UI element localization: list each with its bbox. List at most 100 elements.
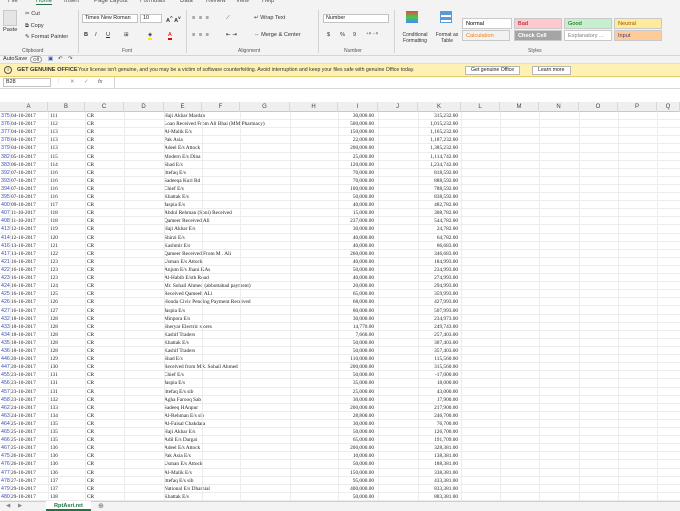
amount-cell[interactable]: 25,000.00 [290, 388, 376, 396]
table-row[interactable]: 446 20-10-2017 129 CR Shad E/s 110,000.00 115,… [0, 355, 680, 364]
decimal-icons[interactable]: ⁺⁰ ⁻⁰ [366, 32, 378, 38]
amount-cell[interactable]: 200,000.00 [290, 404, 376, 412]
voucher-cell[interactable]: 123 [50, 266, 84, 274]
borders-icon[interactable]: ⊞ [124, 32, 129, 38]
amount-cell[interactable]: 30,000.00 [290, 112, 376, 120]
amount-cell[interactable]: 260,000.00 [290, 250, 376, 258]
table-row[interactable]: 462 24-10-2017 133 CR Sadeeq HAnpur 200,000.0… [0, 404, 680, 412]
voucher-cell[interactable]: 136 [50, 452, 84, 460]
prev-sheet-icon[interactable]: ◀ [6, 503, 10, 509]
column-header-h[interactable]: H [290, 102, 338, 112]
balance-cell[interactable]: 126,700.00 [378, 428, 460, 436]
voucher-cell[interactable]: 128 [50, 347, 84, 355]
balance-cell[interactable]: 18,000.00 [378, 379, 460, 387]
date-cell[interactable]: 07-10-2017 [11, 185, 48, 193]
voucher-cell[interactable]: 132 [50, 396, 84, 404]
column-header-g[interactable]: G [240, 102, 290, 112]
type-cell[interactable]: CR [87, 388, 123, 396]
balance-cell[interactable]: 1,114,742.00 [378, 153, 460, 161]
column-header-p[interactable]: P [618, 102, 657, 112]
balance-cell[interactable]: 217,900.00 [378, 404, 460, 412]
table-row[interactable]: 422 16-10-2017 123 CR Anjum E/s Jhani KAs 50,… [0, 266, 680, 275]
type-cell[interactable]: CR [87, 201, 123, 209]
cell-style-input[interactable]: Input [614, 30, 662, 41]
voucher-cell[interactable]: 113 [50, 144, 84, 152]
table-row[interactable]: 480 29-10-2017 138 CR Khattak E/s 50,000.00 88… [0, 493, 680, 501]
table-row[interactable]: 436 18-10-2017 128 CR Kashif Traders 50,000.0… [0, 347, 680, 356]
voucher-cell[interactable]: 113 [50, 128, 84, 136]
amount-cell[interactable]: 70,000.00 [290, 169, 376, 177]
type-cell[interactable]: CR [87, 266, 123, 274]
date-cell[interactable]: 16-10-2017 [11, 282, 48, 290]
learn-more-button[interactable]: Learn more [532, 66, 571, 75]
amount-cell[interactable]: 150,000.00 [290, 128, 376, 136]
column-header-o[interactable]: O [579, 102, 618, 112]
amount-cell[interactable]: 40,000.00 [290, 242, 376, 250]
balance-cell[interactable]: 328,381.00 [378, 444, 460, 452]
balance-cell[interactable]: 64,782.00 [378, 234, 460, 242]
type-cell[interactable]: CR [87, 412, 123, 420]
amount-cell[interactable]: 14,770.00 [290, 323, 376, 331]
table-row[interactable]: 382 05-10-2017 115 CR Modern E/s Dina 25,000.… [0, 153, 680, 161]
column-header-c[interactable]: C [85, 102, 124, 112]
voucher-cell[interactable]: 117 [50, 201, 84, 209]
table-row[interactable]: 434 18-10-2017 128 CR Kashif Traders 7,660.00… [0, 331, 680, 339]
type-cell[interactable]: CR [87, 477, 123, 485]
voucher-cell[interactable]: 123 [50, 274, 84, 282]
table-row[interactable]: 414 12-10-2017 120 CR Shirzi E/s 40,000.00 64,… [0, 234, 680, 242]
amount-cell[interactable]: 70,000.00 [290, 177, 376, 185]
table-row[interactable]: 383 06-10-2017 114 CR Shad E/s 120,000.00 1,23… [0, 161, 680, 169]
menu-tab-insert[interactable]: Insert [64, 0, 79, 4]
comma-button[interactable]: 9 [353, 32, 356, 38]
date-cell[interactable]: 23-10-2017 [11, 379, 48, 387]
italic-button[interactable]: I [95, 32, 97, 38]
format-as-table-button[interactable]: Format as Table [434, 32, 460, 44]
table-row[interactable]: 394 07-10-2017 116 CR Chief E/s 100,000.00 788… [0, 185, 680, 194]
voucher-cell[interactable]: 116 [50, 177, 84, 185]
table-row[interactable]: 466 25-10-2017 135 CR Adil E/s Dargai 65,000.… [0, 436, 680, 445]
amount-cell[interactable]: 50,000.00 [290, 339, 376, 347]
enter-icon[interactable]: ✓ [84, 79, 89, 85]
table-row[interactable]: 393 07-10-2017 116 CR Sadeeqa Kuri Rd 70,000.… [0, 177, 680, 185]
table-row[interactable]: 407 11-10-2017 118 CR Abdul Rehman (Soni) Re… [0, 209, 680, 218]
date-cell[interactable]: 24-10-2017 [11, 404, 48, 412]
date-cell[interactable]: 07-10-2017 [11, 169, 48, 177]
voucher-cell[interactable]: 112 [50, 120, 84, 128]
indent-icons[interactable]: ⇤ ⇥ [226, 32, 237, 38]
type-cell[interactable]: CR [87, 282, 123, 290]
balance-cell[interactable]: 17,900.00 [378, 396, 460, 404]
orientation-icon[interactable]: ⟋ [226, 15, 230, 22]
balance-cell[interactable]: 249,743.00 [378, 323, 460, 331]
amount-cell[interactable]: 200,000.00 [290, 444, 376, 452]
date-cell[interactable]: 18-10-2017 [11, 315, 48, 323]
type-cell[interactable]: CR [87, 444, 123, 452]
voucher-cell[interactable]: 125 [50, 290, 84, 298]
conditional-formatting-button[interactable]: Conditional Formatting [398, 32, 432, 44]
cut-button[interactable]: ✂ Cut [25, 11, 40, 17]
balance-cell[interactable]: 234,993.00 [378, 266, 460, 274]
table-row[interactable]: 395 07-10-2017 116 CR Khattak E/s 50,000.00 83… [0, 193, 680, 202]
cell-style-bad[interactable]: Bad [514, 18, 562, 29]
balance-cell[interactable]: 338,381.00 [378, 469, 460, 477]
date-cell[interactable]: 18-10-2017 [11, 339, 48, 347]
voucher-cell[interactable]: 135 [50, 436, 84, 444]
amount-cell[interactable]: 80,000.00 [290, 307, 376, 315]
voucher-cell[interactable]: 130 [50, 363, 84, 371]
type-cell[interactable]: CR [87, 242, 123, 250]
type-cell[interactable]: CR [87, 290, 123, 298]
date-cell[interactable]: 07-10-2017 [11, 177, 48, 185]
autosave-toggle[interactable]: Off [30, 56, 43, 63]
balance-cell[interactable]: 307,403.00 [378, 339, 460, 347]
type-cell[interactable]: CR [87, 460, 123, 468]
amount-cell[interactable]: 68,000.00 [290, 298, 376, 306]
menu-tab-view[interactable]: View [236, 0, 249, 4]
cancel-icon[interactable]: ✕ [70, 79, 75, 85]
voucher-cell[interactable]: 136 [50, 469, 84, 477]
type-cell[interactable]: CR [87, 144, 123, 152]
voucher-cell[interactable]: 137 [50, 485, 84, 493]
balance-cell[interactable]: 86,683.00 [378, 242, 460, 250]
table-row[interactable]: 413 12-10-2017 119 CR Haji Akbar E/s 30,000.0… [0, 225, 680, 234]
column-header-l[interactable]: L [461, 102, 500, 112]
voucher-cell[interactable]: 127 [50, 307, 84, 315]
amount-cell[interactable]: 10,000.00 [290, 452, 376, 460]
